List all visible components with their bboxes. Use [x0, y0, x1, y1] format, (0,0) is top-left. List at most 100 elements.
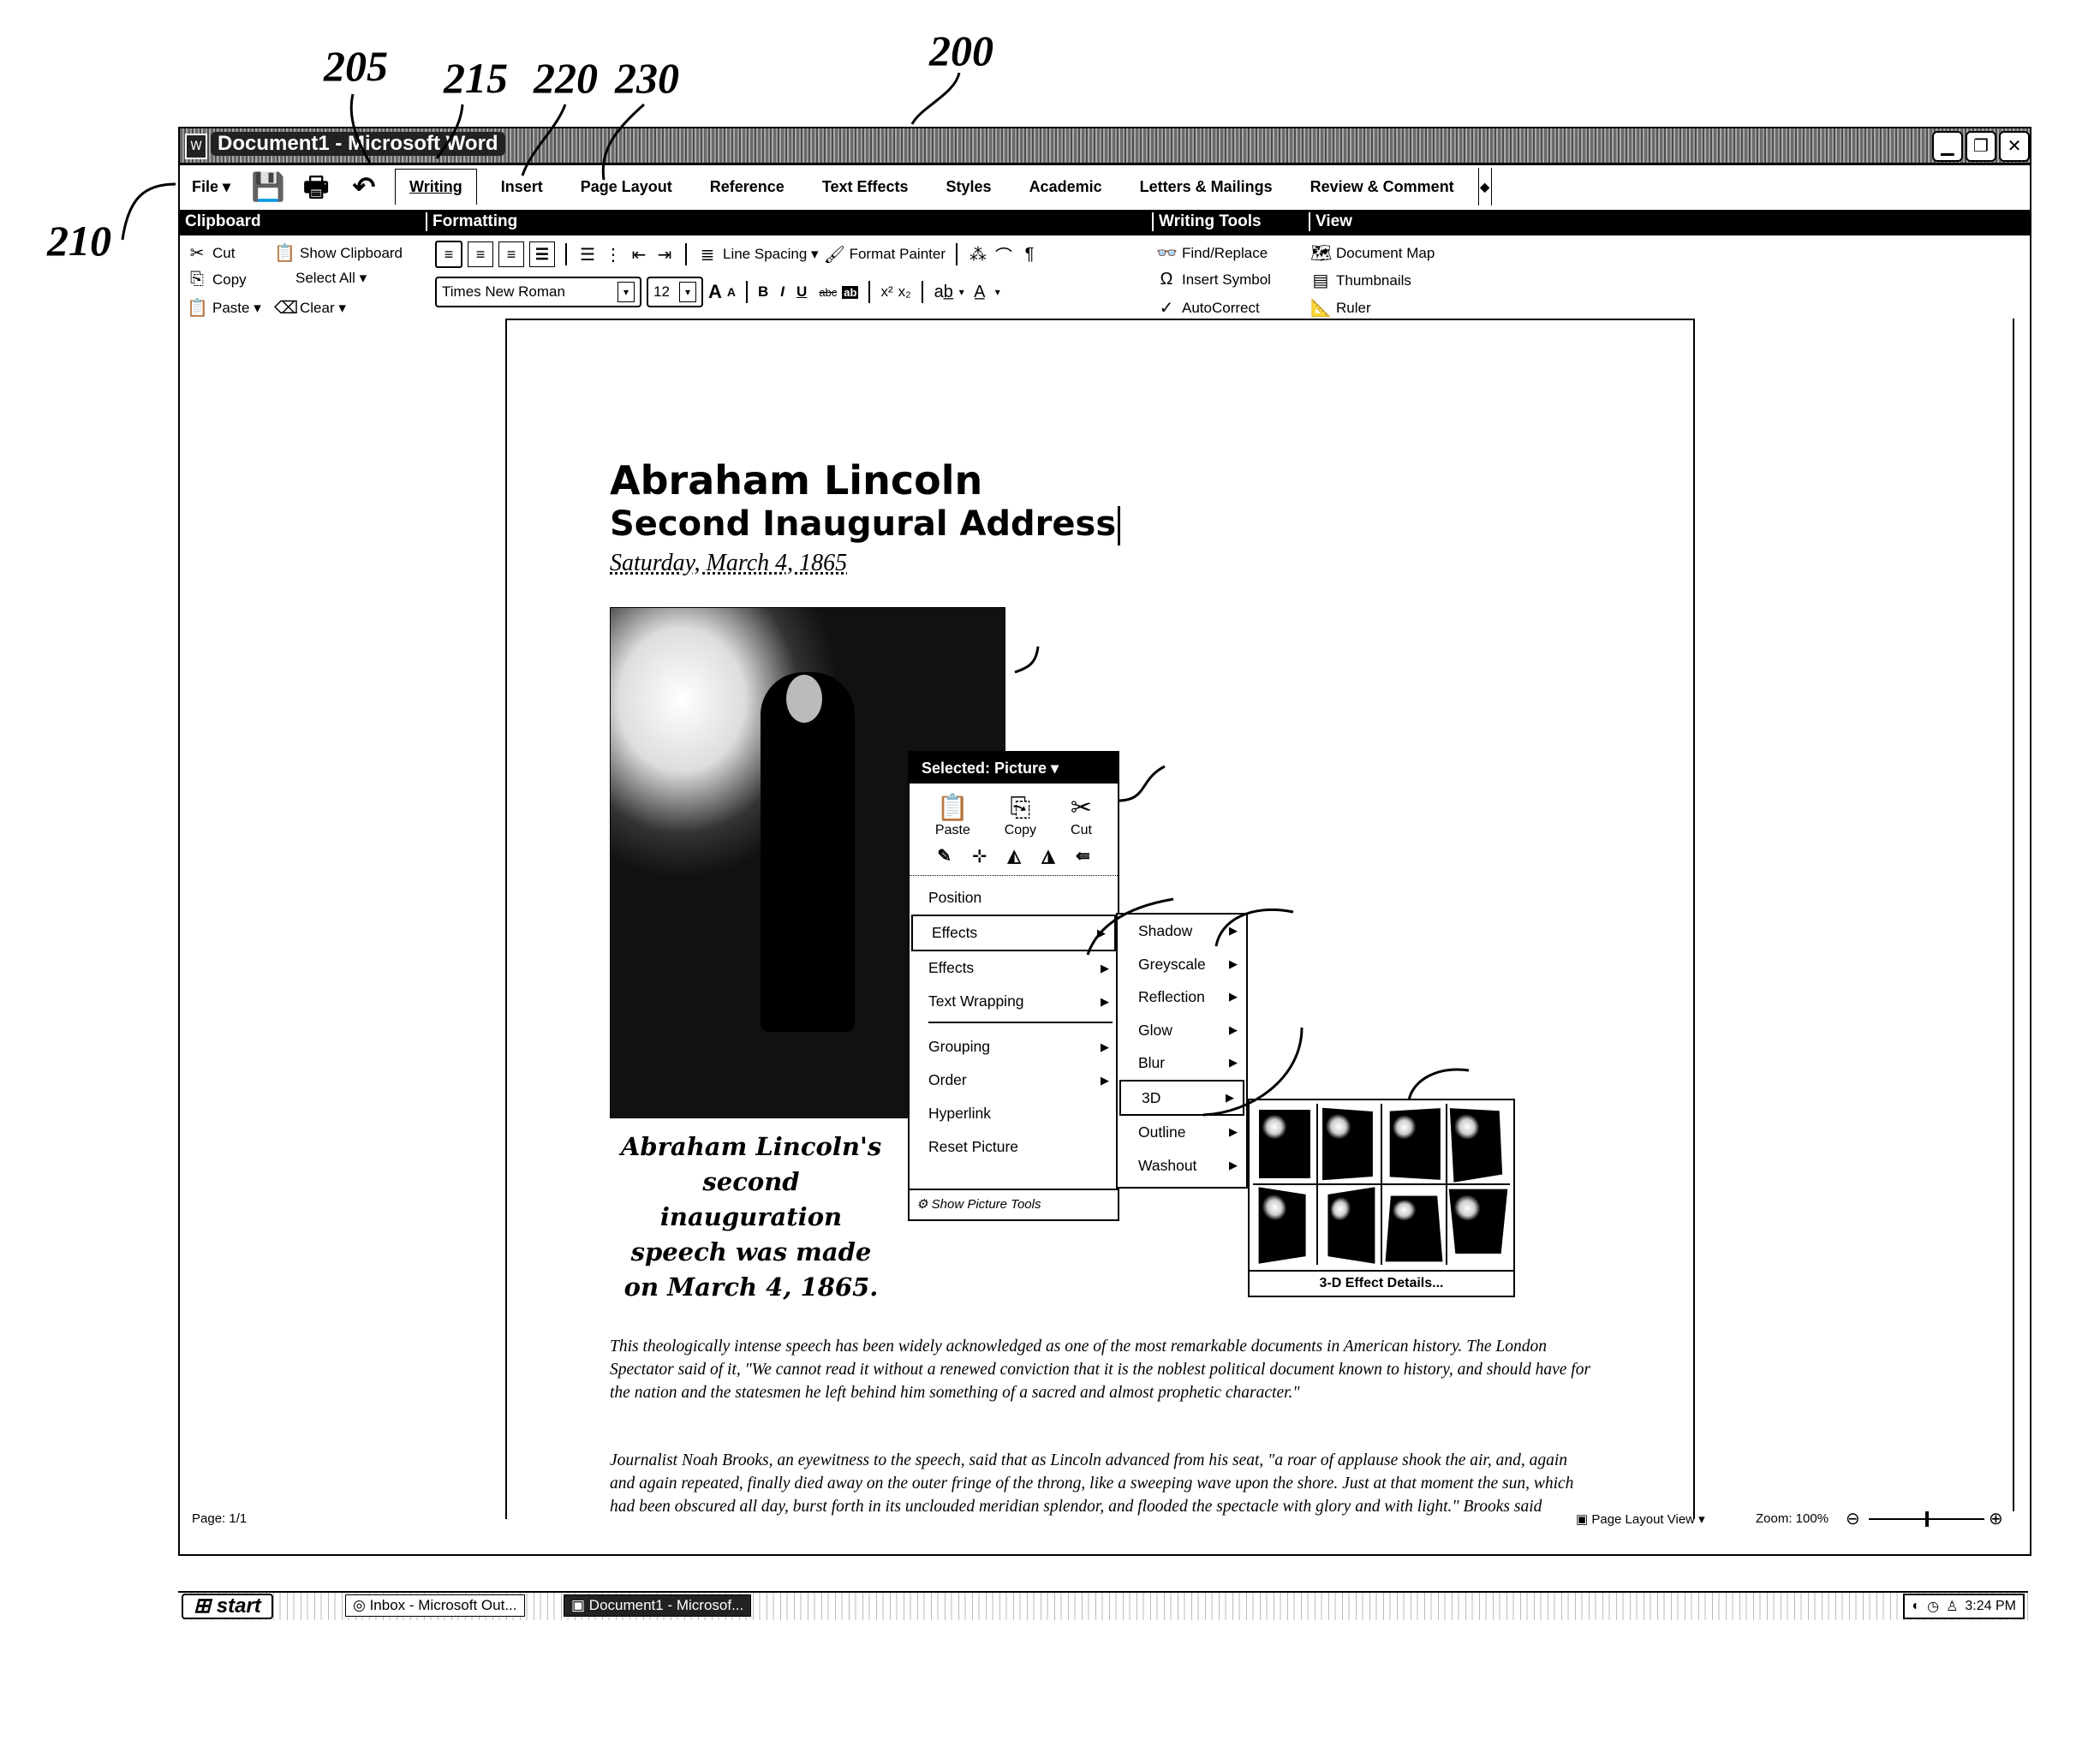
- tab-letters-mailings[interactable]: Letters & Mailings: [1126, 170, 1286, 205]
- menu-item-effects-highlighted[interactable]: Effects ▶: [911, 915, 1116, 951]
- menu-item-position[interactable]: Position: [910, 881, 1118, 915]
- print-icon[interactable]: 🖶: [299, 171, 333, 202]
- styles-icon[interactable]: ⁂: [968, 244, 988, 265]
- network-icon[interactable]: ◐: [1912, 1599, 1920, 1614]
- justify-icon[interactable]: ☰: [529, 241, 555, 267]
- zoom-out-icon[interactable]: ⊖: [1846, 1508, 1860, 1529]
- tab-reference[interactable]: Reference: [696, 170, 798, 205]
- rotate-icon[interactable]: ◭: [1007, 845, 1020, 867]
- maximize-button[interactable]: ❐: [1966, 131, 1996, 162]
- tab-page-layout[interactable]: Page Layout: [567, 170, 686, 205]
- tab-styles[interactable]: Styles: [933, 170, 1005, 205]
- zoom-slider-track[interactable]: [1869, 1511, 1984, 1527]
- submenu-item-blur[interactable]: Blur ▶: [1118, 1046, 1246, 1080]
- taskbar-item-outlook[interactable]: ◎ Inbox - Microsoft Out...: [345, 1594, 525, 1617]
- align-right-icon[interactable]: ≡: [498, 241, 524, 267]
- 3d-thumbnail[interactable]: [1253, 1104, 1316, 1183]
- format-painter-button[interactable]: Format Painter: [850, 246, 946, 263]
- tab-academic[interactable]: Academic: [1016, 170, 1116, 205]
- subscript-button[interactable]: x₂: [898, 283, 911, 301]
- flip-vertical-icon[interactable]: ⇚: [1076, 845, 1090, 867]
- line-spacing-button[interactable]: Line Spacing ▾: [723, 246, 819, 263]
- start-button[interactable]: ⊞ start: [182, 1594, 273, 1619]
- autocorrect-button[interactable]: ✓ AutoCorrect: [1156, 297, 1260, 319]
- font-size-select[interactable]: 12 ▾: [647, 277, 703, 307]
- highlight-button[interactable]: ab: [842, 285, 859, 299]
- user-icon[interactable]: ♙: [1946, 1598, 1958, 1615]
- underline-button[interactable]: U: [796, 283, 807, 301]
- italic-button[interactable]: I: [780, 283, 785, 301]
- text-highlight-color-icon[interactable]: ab̲: [934, 283, 954, 302]
- zoom-in-icon[interactable]: ⊕: [1989, 1508, 2003, 1529]
- submenu-item-shadow[interactable]: Shadow ▶: [1118, 915, 1246, 948]
- 3d-thumbnail[interactable]: [1382, 1104, 1446, 1183]
- tab-text-effects[interactable]: Text Effects: [808, 170, 922, 205]
- cut-button[interactable]: ✂ Cut: [187, 242, 236, 264]
- crop-icon[interactable]: ⊹: [972, 845, 987, 867]
- ruler-button[interactable]: 📐 Ruler: [1310, 297, 1371, 319]
- ctx-copy-button[interactable]: ⎘ Copy: [1005, 794, 1036, 838]
- document-map-button[interactable]: 🗺 Document Map: [1310, 242, 1435, 264]
- decrease-indent-icon[interactable]: ⇤: [629, 244, 649, 265]
- tab-scroll-button[interactable]: ◆: [1477, 168, 1492, 206]
- submenu-item-3d-highlighted[interactable]: 3D ▶: [1119, 1079, 1244, 1116]
- 3d-thumbnail[interactable]: [1447, 1185, 1510, 1265]
- undo-icon[interactable]: ↶: [347, 171, 381, 202]
- align-center-icon[interactable]: ≡: [468, 241, 493, 267]
- paste-button[interactable]: 📋 Paste ▾: [187, 297, 261, 319]
- submenu-item-glow[interactable]: Glow ▶: [1118, 1014, 1246, 1047]
- tab-insert[interactable]: Insert: [487, 170, 557, 205]
- chevron-down-icon[interactable]: ▾: [995, 286, 1000, 298]
- clock-icon[interactable]: ◷: [1927, 1598, 1939, 1615]
- 3d-thumbnail[interactable]: [1253, 1185, 1316, 1265]
- menu-item-text-wrapping[interactable]: Text Wrapping ▶: [910, 985, 1118, 1018]
- recolor-icon[interactable]: ✎: [937, 845, 952, 867]
- chevron-down-icon[interactable]: ▾: [617, 282, 635, 302]
- 3d-thumbnail[interactable]: [1317, 1185, 1381, 1265]
- submenu-item-washout[interactable]: Washout ▶: [1118, 1149, 1246, 1183]
- 3d-effect-details-button[interactable]: 3-D Effect Details...: [1250, 1270, 1513, 1296]
- save-icon[interactable]: 💾: [251, 171, 285, 202]
- submenu-item-greyscale[interactable]: Greyscale ▶: [1118, 948, 1246, 981]
- context-menu-header[interactable]: Selected: Picture ▾: [910, 753, 1118, 784]
- menu-item-grouping[interactable]: Grouping ▶: [910, 1030, 1118, 1064]
- menu-item-reset-picture[interactable]: Reset Picture: [910, 1130, 1118, 1164]
- ctx-paste-button[interactable]: 📋 Paste: [935, 794, 970, 838]
- superscript-button[interactable]: x²: [880, 283, 892, 301]
- align-left-icon[interactable]: ≡: [435, 241, 462, 268]
- chevron-down-icon[interactable]: ▾: [959, 286, 964, 298]
- bold-button[interactable]: B: [758, 283, 768, 301]
- insert-symbol-button[interactable]: Ω Insert Symbol: [1156, 270, 1271, 289]
- bullet-list-icon[interactable]: ☰: [577, 244, 598, 265]
- font-name-select[interactable]: Times New Roman ▾: [435, 277, 641, 307]
- spell-check-icon[interactable]: ⌒: [993, 242, 1014, 267]
- grow-font-button[interactable]: A: [708, 281, 722, 303]
- shrink-font-button[interactable]: A: [727, 285, 736, 299]
- numbered-list-icon[interactable]: ⋮: [603, 244, 623, 265]
- title-bar[interactable]: W Document1 - Microsoft Word ▁ ❐ ✕: [180, 128, 2030, 165]
- ctx-cut-button[interactable]: ✂ Cut: [1071, 794, 1092, 838]
- clear-button[interactable]: ⌫ Clear ▾: [274, 297, 346, 319]
- font-color-icon[interactable]: A̲: [969, 283, 990, 302]
- submenu-item-outline[interactable]: Outline ▶: [1118, 1116, 1246, 1149]
- select-all-button[interactable]: Select All ▾: [295, 270, 367, 287]
- file-menu-button[interactable]: File ▾: [192, 178, 230, 196]
- show-clipboard-button[interactable]: 📋 Show Clipboard: [274, 242, 403, 264]
- find-replace-button[interactable]: 👓 Find/Replace: [1156, 242, 1268, 264]
- close-button[interactable]: ✕: [1999, 131, 2030, 162]
- menu-item-effects[interactable]: Effects ▶: [910, 951, 1118, 985]
- increase-indent-icon[interactable]: ⇥: [654, 244, 675, 265]
- taskbar-item-word[interactable]: ▣ Document1 - Microsof...: [564, 1594, 752, 1617]
- 3d-thumbnail[interactable]: [1447, 1104, 1510, 1183]
- vertical-scrollbar[interactable]: [2013, 319, 2030, 1511]
- view-mode-button[interactable]: ▣ Page Layout View ▾: [1576, 1511, 1705, 1527]
- flip-horizontal-icon[interactable]: ◮: [1041, 845, 1054, 867]
- menu-item-order[interactable]: Order ▶: [910, 1064, 1118, 1097]
- 3d-thumbnail[interactable]: [1317, 1104, 1381, 1183]
- minimize-button[interactable]: ▁: [1932, 131, 1963, 162]
- copy-button[interactable]: ⎘ Copy: [187, 270, 247, 289]
- thumbnails-button[interactable]: ▤ Thumbnails: [1310, 270, 1411, 291]
- zoom-slider-thumb[interactable]: [1924, 1511, 1929, 1527]
- tab-writing[interactable]: Writing: [395, 169, 477, 205]
- chevron-down-icon[interactable]: ▾: [679, 282, 696, 302]
